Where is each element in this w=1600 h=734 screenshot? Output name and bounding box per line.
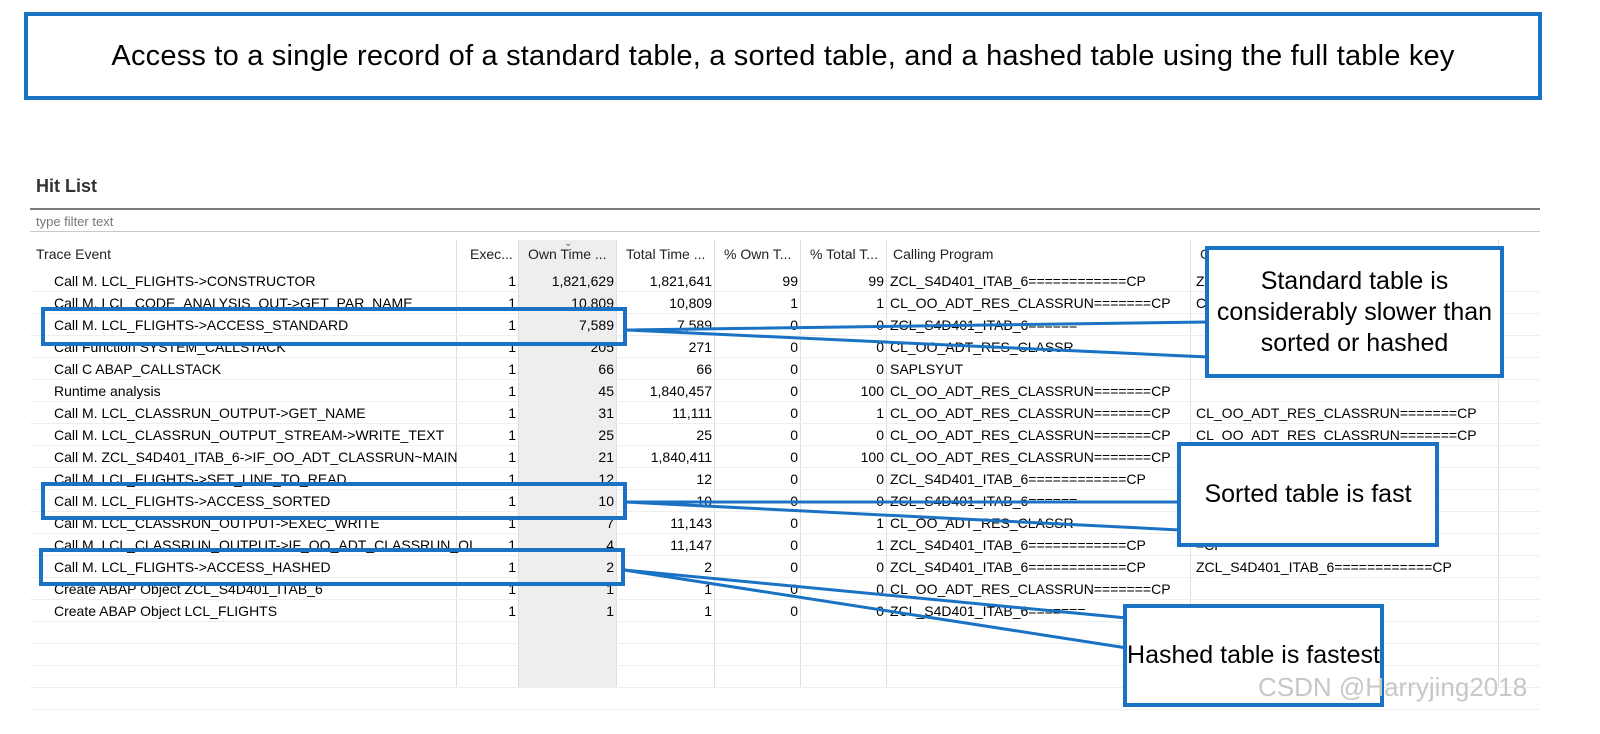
watermark: CSDN @Harryjing2018: [1258, 672, 1528, 702]
highlight-access-sorted: [41, 482, 627, 520]
highlight-access-hashed: [39, 548, 625, 586]
highlight-access-standard: [41, 307, 627, 346]
connector-standard: [625, 320, 1209, 359]
connector-sorted: [625, 500, 1181, 532]
callout-standard: Standard table is considerably slower th…: [1205, 246, 1504, 378]
callout-sorted: Sorted table is fast: [1177, 442, 1439, 547]
connector-hashed: [623, 568, 1128, 650]
